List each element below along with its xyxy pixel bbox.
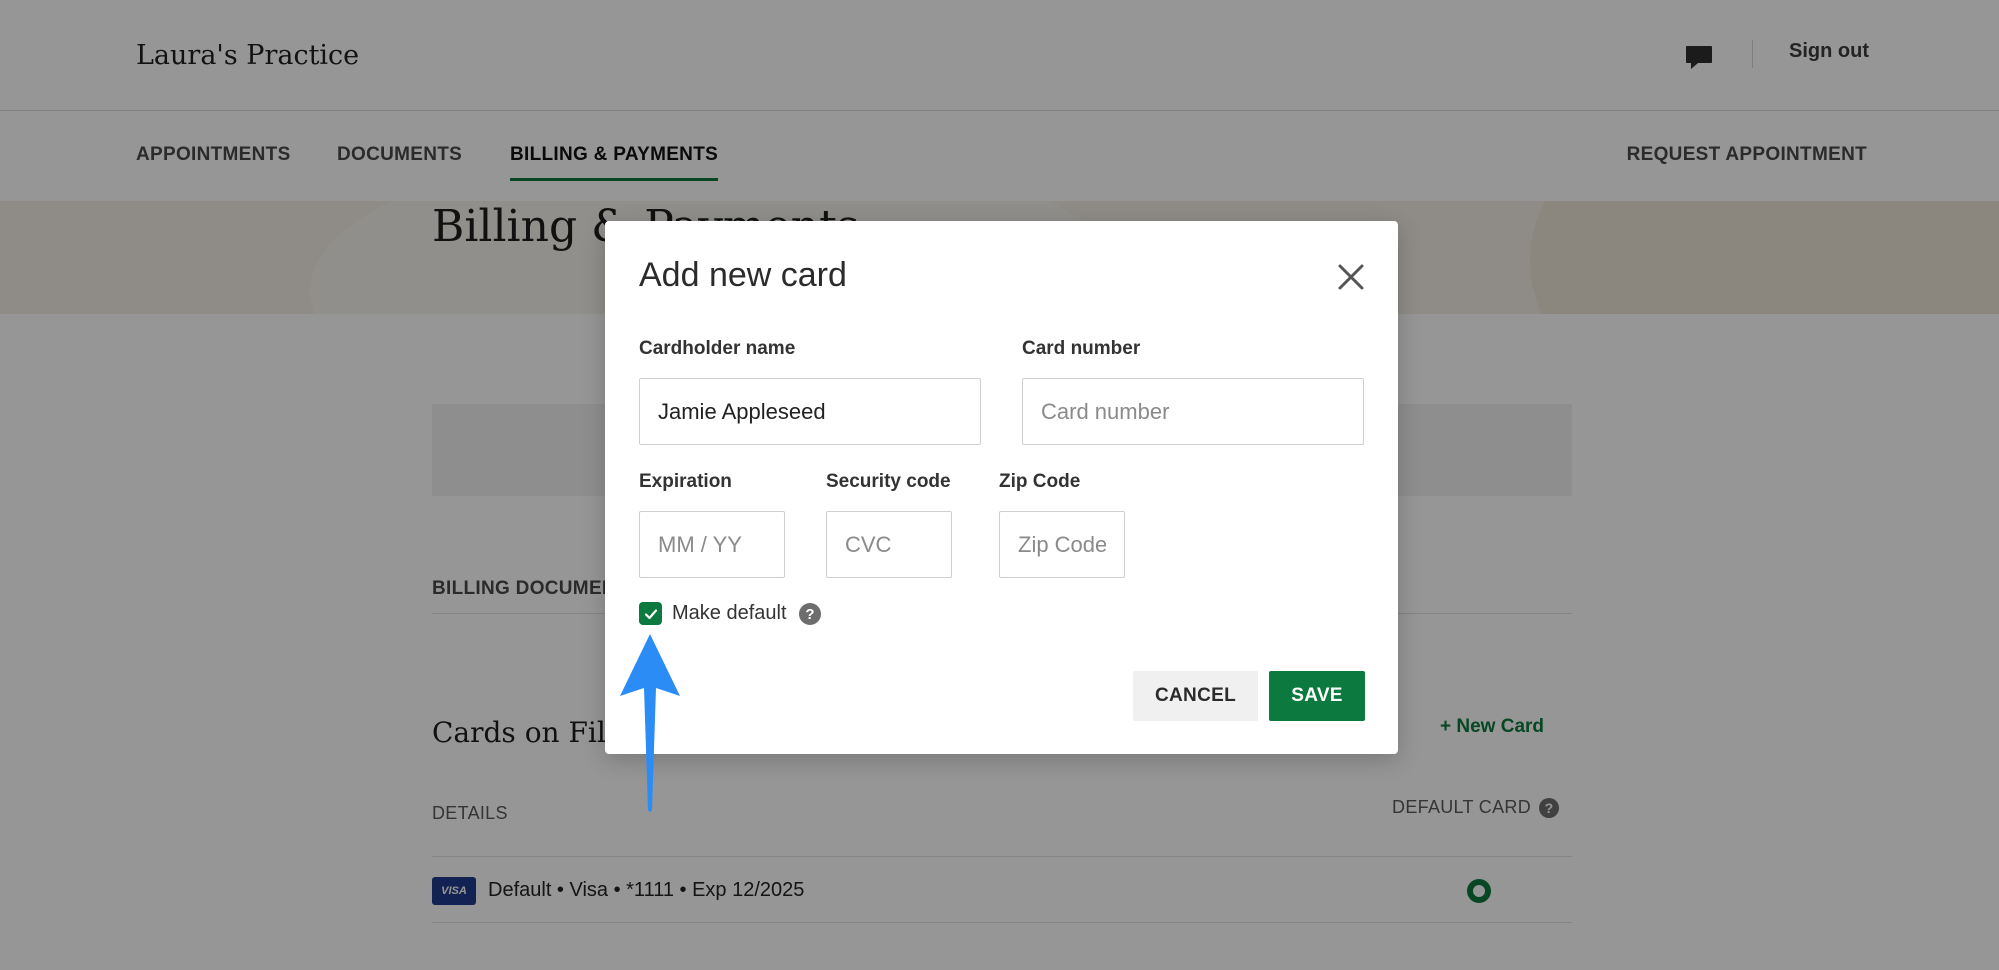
check-icon	[644, 608, 657, 619]
expiration-label: Expiration	[639, 471, 732, 492]
help-icon[interactable]: ?	[799, 603, 821, 625]
close-icon[interactable]	[1333, 259, 1369, 295]
make-default-checkbox[interactable]	[639, 602, 662, 625]
dialog-title: Add new card	[639, 256, 847, 294]
card-number-input[interactable]	[1022, 378, 1364, 445]
cancel-button[interactable]: CANCEL	[1133, 671, 1258, 721]
up-arrow-icon	[620, 634, 680, 812]
save-button[interactable]: SAVE	[1269, 671, 1365, 721]
expiration-input[interactable]	[639, 511, 785, 578]
zip-code-input[interactable]	[999, 511, 1125, 578]
security-code-input[interactable]	[826, 511, 952, 578]
cardholder-name-input[interactable]	[639, 378, 981, 445]
make-default-label[interactable]: Make default	[672, 602, 787, 625]
cardholder-name-label: Cardholder name	[639, 338, 796, 359]
card-number-label: Card number	[1022, 338, 1141, 359]
security-code-label: Security code	[826, 471, 951, 492]
add-card-dialog: Add new card Cardholder name Card number…	[605, 221, 1398, 754]
zip-code-label: Zip Code	[999, 471, 1081, 492]
